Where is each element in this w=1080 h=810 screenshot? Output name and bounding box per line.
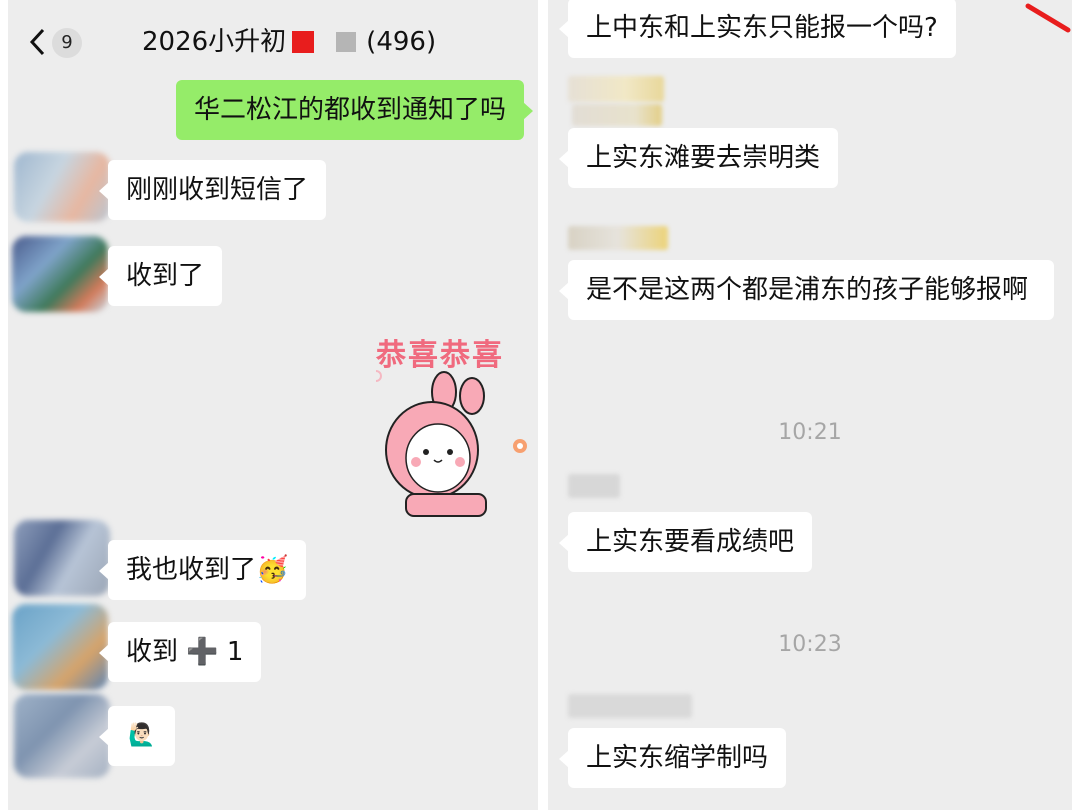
chat-title-text: 2026小升初 [142, 27, 287, 57]
message-text: 华二松江的都收到通知了吗 [194, 95, 507, 125]
incoming-message[interactable]: 上实东要看成绩吧 [558, 512, 813, 572]
timestamp: 10:21 [778, 420, 842, 445]
incoming-message[interactable]: 收到了 [98, 246, 223, 306]
avatar[interactable] [12, 604, 108, 690]
unread-badge: 9 [52, 28, 82, 58]
message-text: 刚刚收到短信了 [126, 175, 309, 205]
incoming-message[interactable]: 是不是这两个都是浦东的孩子能够报啊 [559, 260, 1054, 320]
incoming-message[interactable]: 我也收到了🥳 [98, 540, 307, 600]
avatar[interactable] [14, 520, 110, 596]
message-text: 上中东和上实东只能报一个吗? [586, 13, 938, 43]
sender-name-redacted [568, 474, 620, 498]
bunny-sticker-icon [376, 370, 527, 517]
message-text: 上实东缩学制吗 [586, 743, 769, 773]
incoming-message[interactable]: 上中东和上实东只能报一个吗? [559, 0, 956, 58]
sender-name-redacted [572, 104, 662, 126]
timestamp: 10:23 [778, 632, 842, 657]
sticker-message[interactable]: 恭喜恭喜 [376, 330, 536, 520]
incoming-message[interactable]: 收到 ➕ 1 [98, 622, 262, 682]
incoming-message[interactable]: 上实东滩要去崇明类 [558, 128, 839, 188]
chat-title[interactable]: 2026小升初 (496) [142, 24, 436, 60]
party-face-emoji-icon: 🥳 [256, 555, 289, 585]
sender-name-redacted [568, 76, 664, 102]
message-text: 上实东要看成绩吧 [586, 527, 795, 557]
sender-name-redacted [568, 226, 668, 250]
message-text: 收到 ➕ 1 [126, 637, 244, 667]
person-raising-hand-emoji-icon: 🙋🏻‍♂️ [128, 723, 156, 748]
chat-panel-left: 9 2026小升初 (496) 华二松江的都收到通知了吗 刚刚收到短信了 收到了… [8, 0, 538, 810]
outgoing-message[interactable]: 华二松江的都收到通知了吗 [176, 80, 534, 140]
red-annotation-stroke-icon [1025, 3, 1071, 33]
redacted-block-red [292, 31, 315, 53]
incoming-message[interactable]: 🙋🏻‍♂️ [98, 706, 176, 766]
incoming-message[interactable]: 上实东缩学制吗 [558, 728, 787, 788]
message-text: 收到了 [126, 261, 205, 291]
incoming-message[interactable]: 刚刚收到短信了 [98, 160, 327, 220]
avatar[interactable] [14, 694, 110, 778]
message-text: 是不是这两个都是浦东的孩子能够报啊 [586, 275, 1029, 305]
avatar[interactable] [12, 236, 108, 312]
message-text: 上实东滩要去崇明类 [586, 143, 821, 173]
member-count: (496) [366, 27, 437, 57]
redacted-block-grey [336, 32, 357, 52]
chevron-left-icon [29, 28, 45, 56]
chat-panel-right: 上中东和上实东只能报一个吗? 上实东滩要去崇明类 是不是这两个都是浦东的孩子能够… [548, 0, 1072, 810]
avatar[interactable] [14, 152, 110, 222]
message-text: 我也收到了 [126, 555, 257, 585]
sender-name-redacted [568, 694, 692, 718]
